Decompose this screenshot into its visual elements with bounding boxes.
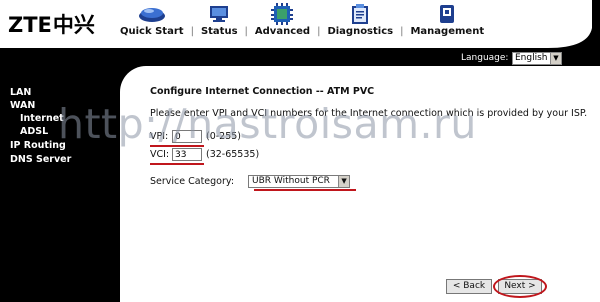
back-button[interactable]: < Back <box>446 279 492 294</box>
dropdown-arrow-icon: ▼ <box>550 53 561 64</box>
language-select[interactable]: English ▼ <box>512 52 562 65</box>
nav-diagnostics[interactable]: Diagnostics <box>327 0 393 37</box>
vci-input[interactable] <box>172 148 202 161</box>
next-button-highlight-circle <box>493 275 547 298</box>
chip-icon <box>267 3 297 25</box>
language-label: Language: <box>461 53 509 63</box>
router-admin-page: ZTE中兴 Quick Start | Status | Advanced | … <box>0 0 600 302</box>
nav-separator: | <box>190 26 194 37</box>
service-category-row: Service Category: UBR Without PCR ▼ <box>150 175 351 188</box>
device-icon <box>432 3 462 25</box>
nav-label: Advanced <box>254 26 311 37</box>
vci-range: (32-65535) <box>206 149 260 160</box>
nav-quick-start[interactable]: Quick Start <box>120 0 184 37</box>
page-title: Configure Internet Connection -- ATM PVC <box>150 86 375 97</box>
main-nav: Quick Start | Status | Advanced | Diagno… <box>120 0 484 48</box>
vci-label: VCI: <box>150 149 170 160</box>
header-corner-curve <box>548 0 600 48</box>
dropdown-arrow-icon: ▼ <box>338 176 350 187</box>
sidebar-item-adsl[interactable]: ADSL <box>20 126 48 137</box>
nav-label: Diagnostics <box>327 26 394 37</box>
nav-management[interactable]: Management <box>410 0 484 37</box>
sidebar-item-wan[interactable]: WAN <box>10 100 35 111</box>
nav-status[interactable]: Status <box>201 0 238 37</box>
watermark-text: http://nastroisam.ru <box>58 100 477 148</box>
vci-row: VCI: (32-65535) <box>150 148 259 161</box>
nav-label: Quick Start <box>120 26 184 37</box>
top-header: ZTE中兴 Quick Start | Status | Advanced | … <box>0 0 600 48</box>
logo-text-cn: 中兴 <box>52 13 95 37</box>
nav-separator: | <box>317 26 321 37</box>
sidebar-item-lan[interactable]: LAN <box>10 87 31 98</box>
zte-logo: ZTE中兴 <box>8 9 95 39</box>
service-highlight-underline <box>254 189 356 191</box>
nav-separator: | <box>400 26 404 37</box>
vci-highlight-underline <box>150 163 204 165</box>
nav-advanced[interactable]: Advanced <box>255 0 310 37</box>
sidebar-item-dns-server[interactable]: DNS Server <box>10 154 71 165</box>
logo-text: ZTE <box>8 13 52 37</box>
service-category-select[interactable]: UBR Without PCR ▼ <box>248 175 351 188</box>
nav-label: Status <box>200 26 238 37</box>
clipboard-icon <box>345 3 375 25</box>
quick-start-icon <box>137 3 167 25</box>
nav-label: Management <box>410 26 485 37</box>
language-bar: Language: English ▼ <box>0 51 600 66</box>
service-category-value: UBR Without PCR <box>252 176 330 186</box>
nav-separator: | <box>244 26 248 37</box>
language-value: English <box>515 53 548 63</box>
service-category-label: Service Category: <box>150 176 235 187</box>
monitor-icon <box>204 3 234 25</box>
